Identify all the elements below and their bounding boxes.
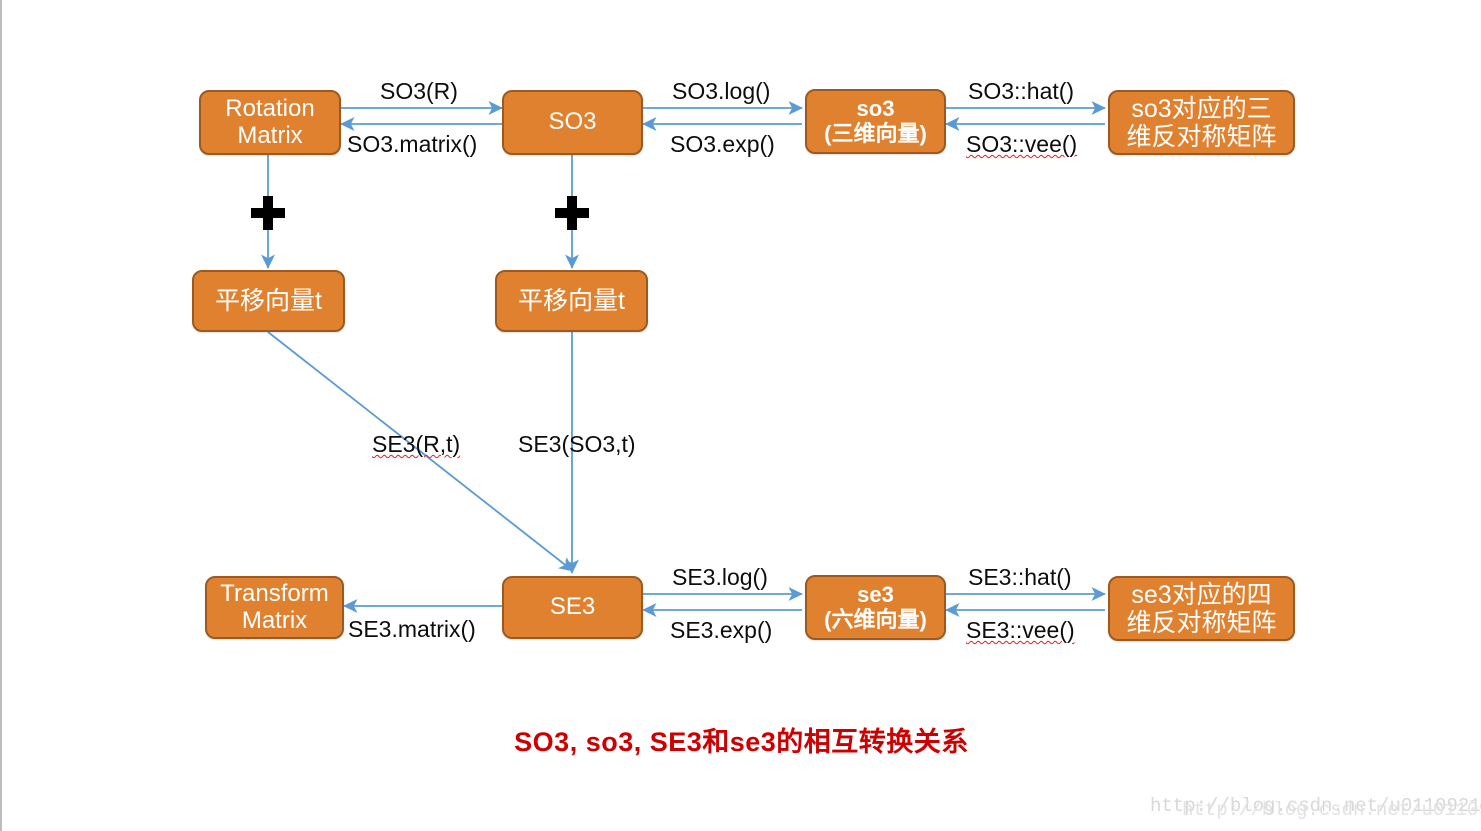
plus-icon-right (555, 196, 589, 230)
node-transform-matrix-line1: Transform (220, 579, 329, 607)
edge-label-so3-hat: SO3::hat() (968, 78, 1075, 104)
node-se3-algebra-line2: (六维向量) (824, 606, 927, 632)
edge-label-se3-matrix: SE3.matrix() (348, 616, 476, 642)
node-so3-skew-matrix-line2: 维反对称矩阵 (1126, 122, 1277, 151)
node-so3-group[interactable]: SO3 (502, 90, 643, 155)
edge-label-se3-exp: SE3.exp() (670, 617, 773, 643)
edge-label-se3-hat: SE3::hat() (968, 564, 1072, 590)
node-so3-group-label: SO3 (548, 108, 597, 136)
node-rotation-matrix-line2: Matrix (237, 121, 303, 149)
node-translation-vector-right[interactable]: 平移向量t (495, 270, 648, 332)
node-rotation-matrix-line1: Rotation (225, 94, 315, 122)
node-translation-vector-left[interactable]: 平移向量t (192, 270, 345, 332)
edge-label-se3-log: SE3.log() (672, 564, 768, 590)
edge-label-so3-R: SO3(R) (380, 78, 458, 104)
node-transform-matrix[interactable]: Transform Matrix (205, 576, 344, 639)
node-so3-algebra-line1: so3 (856, 95, 895, 121)
edge-label-so3-matrix: SO3.matrix() (347, 131, 478, 157)
plus-icon-left (251, 196, 285, 230)
node-so3-algebra-line2: (三维向量) (824, 120, 927, 146)
node-translation-vector-right-label: 平移向量t (518, 287, 625, 315)
node-transform-matrix-line2: Matrix (241, 606, 308, 634)
node-se3-skew-matrix[interactable]: se3对应的四 维反对称矩阵 (1108, 576, 1295, 641)
edge-label-se3-Rt: SE3(R,t) (372, 431, 461, 457)
watermark-secondary: http://blog.csdn.net/u011092188 (1182, 799, 1481, 821)
node-so3-algebra[interactable]: so3 (三维向量) (805, 89, 946, 154)
edge-label-se3-SO3t: SE3(SO3,t) (518, 431, 636, 457)
node-se3-group[interactable]: SE3 (502, 576, 643, 639)
diagram-canvas: Rotation Matrix SO3 so3 (三维向量) so3对应的三 维… (0, 0, 1481, 831)
node-so3-skew-matrix-line1: so3对应的三 (1131, 94, 1272, 123)
diagram-caption: SO3, so3, SE3和se3的相互转换关系 (514, 727, 969, 757)
edge-label-se3-vee: SE3::vee() (966, 617, 1075, 643)
edge-label-so3-vee: SO3::vee() (966, 131, 1078, 157)
node-se3-skew-matrix-line1: se3对应的四 (1131, 580, 1272, 609)
edge-label-so3-exp: SO3.exp() (670, 131, 775, 157)
node-se3-group-label: SE3 (549, 593, 596, 621)
node-translation-vector-left-label: 平移向量t (215, 287, 322, 315)
node-so3-skew-matrix[interactable]: so3对应的三 维反对称矩阵 (1108, 90, 1295, 155)
node-rotation-matrix[interactable]: Rotation Matrix (199, 90, 341, 155)
node-se3-algebra[interactable]: se3 (六维向量) (805, 575, 946, 640)
edge-label-so3-log: SO3.log() (672, 78, 771, 104)
node-se3-skew-matrix-line2: 维反对称矩阵 (1126, 608, 1277, 637)
node-se3-algebra-line1: se3 (857, 581, 894, 607)
